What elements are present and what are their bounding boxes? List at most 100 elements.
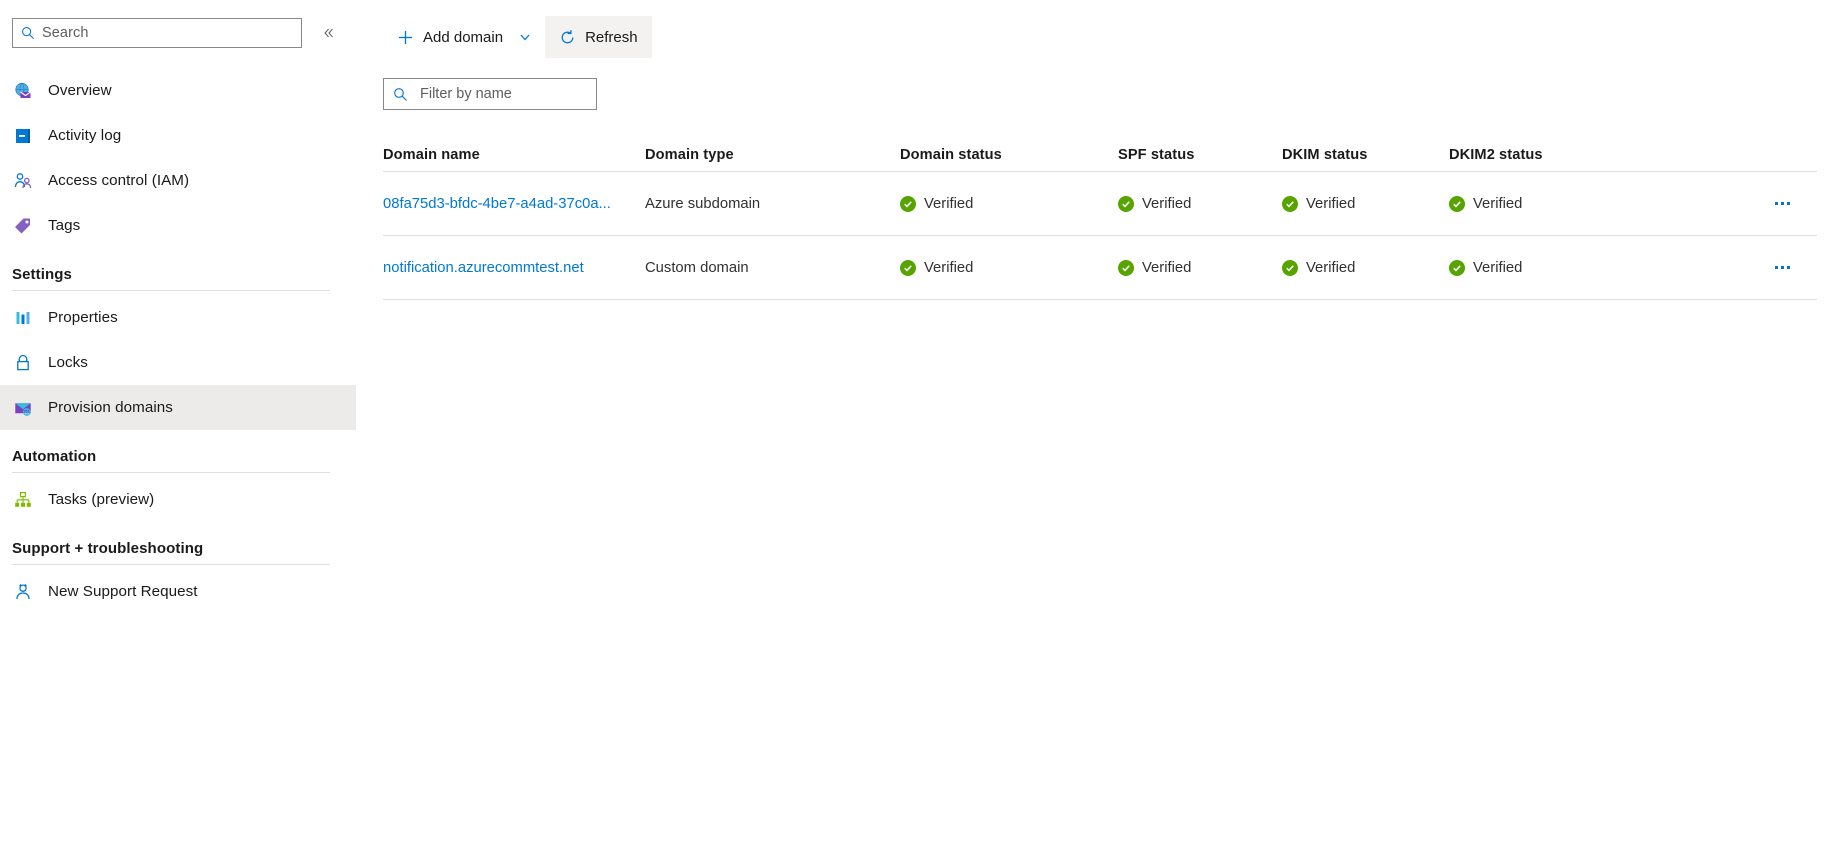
sidebar-item-provision-domains[interactable]: Provision domains	[0, 385, 356, 430]
activity-log-icon	[12, 125, 34, 147]
sidebar-collapse-button[interactable]	[316, 20, 342, 46]
sidebar-group-title: Automation	[12, 448, 97, 465]
verified-check-icon	[1118, 259, 1134, 276]
status-text: Verified	[924, 259, 974, 276]
sidebar-item-properties[interactable]: Properties	[0, 295, 356, 340]
sidebar-item-access-control[interactable]: Access control (IAM)	[0, 158, 356, 203]
cell-domain-status: Verified	[900, 259, 1118, 276]
sidebar-group-support: Support + troubleshooting	[0, 540, 330, 565]
sidebar-item-label: Locks	[48, 354, 88, 371]
sidebar-item-tags[interactable]: Tags	[0, 203, 356, 248]
column-header-domain-status[interactable]: Domain status	[900, 147, 1118, 163]
status-text: Verified	[1473, 259, 1523, 276]
cell-dkim-status: Verified	[1282, 195, 1449, 212]
sidebar-item-label: New Support Request	[48, 583, 198, 600]
sidebar-item-new-support-request[interactable]: New Support Request	[0, 569, 356, 614]
domain-name-link[interactable]: notification.azurecommtest.net	[383, 260, 633, 276]
verified-check-icon	[1118, 195, 1134, 212]
cell-domain-status: Verified	[900, 195, 1118, 212]
search-placeholder: Search	[42, 25, 89, 41]
sidebar-group-title: Support + troubleshooting	[12, 540, 204, 557]
properties-bars-icon	[12, 307, 34, 329]
table-row[interactable]: notification.azurecommtest.net Custom do…	[383, 236, 1817, 300]
azure-provision-domains-page: Search Overview Activity log Access cont…	[0, 0, 1828, 860]
refresh-label: Refresh	[585, 28, 638, 46]
verified-check-icon	[1449, 259, 1465, 276]
column-header-dkim2-status[interactable]: DKIM2 status	[1449, 147, 1649, 163]
cell-row-actions	[1649, 190, 1817, 218]
verified-check-icon	[1449, 195, 1465, 212]
cell-dkim2-status: Verified	[1449, 195, 1649, 212]
verified-check-icon	[1282, 259, 1298, 276]
sidebar-search-row: Search	[0, 16, 372, 50]
ellipsis-horizontal-icon[interactable]	[1765, 254, 1799, 282]
sidebar-item-overview[interactable]: Overview	[0, 68, 356, 113]
status-text: Verified	[1142, 195, 1192, 212]
sidebar-item-label: Properties	[48, 309, 118, 326]
lock-icon	[12, 352, 34, 374]
cell-domain-type: Azure subdomain	[645, 195, 761, 212]
verified-check-icon	[1282, 195, 1298, 212]
cell-domain-type: Custom domain	[645, 259, 749, 276]
overview-email-icon	[12, 80, 34, 102]
status-text: Verified	[1142, 259, 1192, 276]
refresh-button[interactable]: Refresh	[545, 16, 652, 58]
verified-check-icon	[900, 259, 916, 276]
table-header-row: Domain name Domain type Domain status SP…	[383, 138, 1817, 172]
domain-name-link[interactable]: 08fa75d3-bfdc-4be7-a4ad-37c0a...	[383, 196, 633, 212]
cell-spf-status: Verified	[1118, 259, 1282, 276]
column-header-domain-type[interactable]: Domain type	[645, 147, 900, 163]
search-icon	[22, 27, 34, 39]
filter-by-name-input[interactable]: Filter by name	[383, 78, 597, 110]
main-content: Add domain Refresh Filter by name Domain…	[372, 0, 1828, 860]
column-header-spf-status[interactable]: SPF status	[1118, 147, 1282, 163]
domains-table: Domain name Domain type Domain status SP…	[383, 138, 1817, 300]
add-domain-button[interactable]: Add domain	[383, 16, 545, 58]
status-text: Verified	[1473, 195, 1523, 212]
verified-check-icon	[900, 195, 916, 212]
status-text: Verified	[1306, 195, 1356, 212]
chevron-double-left-icon	[324, 28, 333, 38]
ellipsis-horizontal-icon[interactable]	[1765, 190, 1799, 218]
sidebar-item-label: Overview	[48, 82, 112, 99]
filter-placeholder: Filter by name	[420, 86, 512, 102]
cell-domain-name: notification.azurecommtest.net	[383, 260, 645, 276]
sidebar-item-label: Provision domains	[48, 399, 173, 416]
sidebar-item-label: Activity log	[48, 127, 122, 144]
cell-row-actions	[1649, 254, 1817, 282]
sidebar-item-activity-log[interactable]: Activity log	[0, 113, 356, 158]
refresh-circular-arrow-icon	[561, 29, 574, 43]
sidebar-item-tasks[interactable]: Tasks (preview)	[0, 477, 356, 522]
add-domain-label: Add domain	[423, 28, 504, 46]
command-toolbar: Add domain Refresh	[372, 16, 1828, 58]
sidebar: Search Overview Activity log Access cont…	[0, 0, 372, 860]
tag-icon	[12, 215, 34, 237]
divider	[12, 290, 330, 291]
sidebar-item-label: Tags	[48, 217, 81, 234]
sidebar-item-label: Access control (IAM)	[48, 172, 190, 189]
plus-icon	[398, 30, 413, 44]
column-header-dkim-status[interactable]: DKIM status	[1282, 147, 1449, 163]
sidebar-group-title: Settings	[12, 266, 72, 283]
sidebar-item-locks[interactable]: Locks	[0, 340, 356, 385]
search-input[interactable]: Search	[12, 18, 302, 48]
cell-dkim-status: Verified	[1282, 259, 1449, 276]
column-header-domain-name[interactable]: Domain name	[383, 147, 645, 163]
status-text: Verified	[924, 195, 974, 212]
access-control-people-icon	[12, 170, 34, 192]
sidebar-group-settings: Settings	[0, 266, 330, 291]
divider	[12, 564, 330, 565]
add-domain-dropdown-toggle[interactable]	[519, 31, 531, 43]
status-text: Verified	[1306, 259, 1356, 276]
provision-domains-envelope-icon	[12, 397, 34, 419]
tasks-hierarchy-icon	[12, 489, 34, 511]
sidebar-group-automation: Automation	[0, 448, 330, 473]
sidebar-item-label: Tasks (preview)	[48, 491, 155, 508]
cell-spf-status: Verified	[1118, 195, 1282, 212]
divider	[12, 472, 330, 473]
support-person-icon	[12, 581, 34, 603]
cell-domain-name: 08fa75d3-bfdc-4be7-a4ad-37c0a...	[383, 196, 645, 212]
chevron-down-icon	[520, 34, 530, 41]
table-row[interactable]: 08fa75d3-bfdc-4be7-a4ad-37c0a... Azure s…	[383, 172, 1817, 236]
search-icon	[394, 87, 407, 101]
